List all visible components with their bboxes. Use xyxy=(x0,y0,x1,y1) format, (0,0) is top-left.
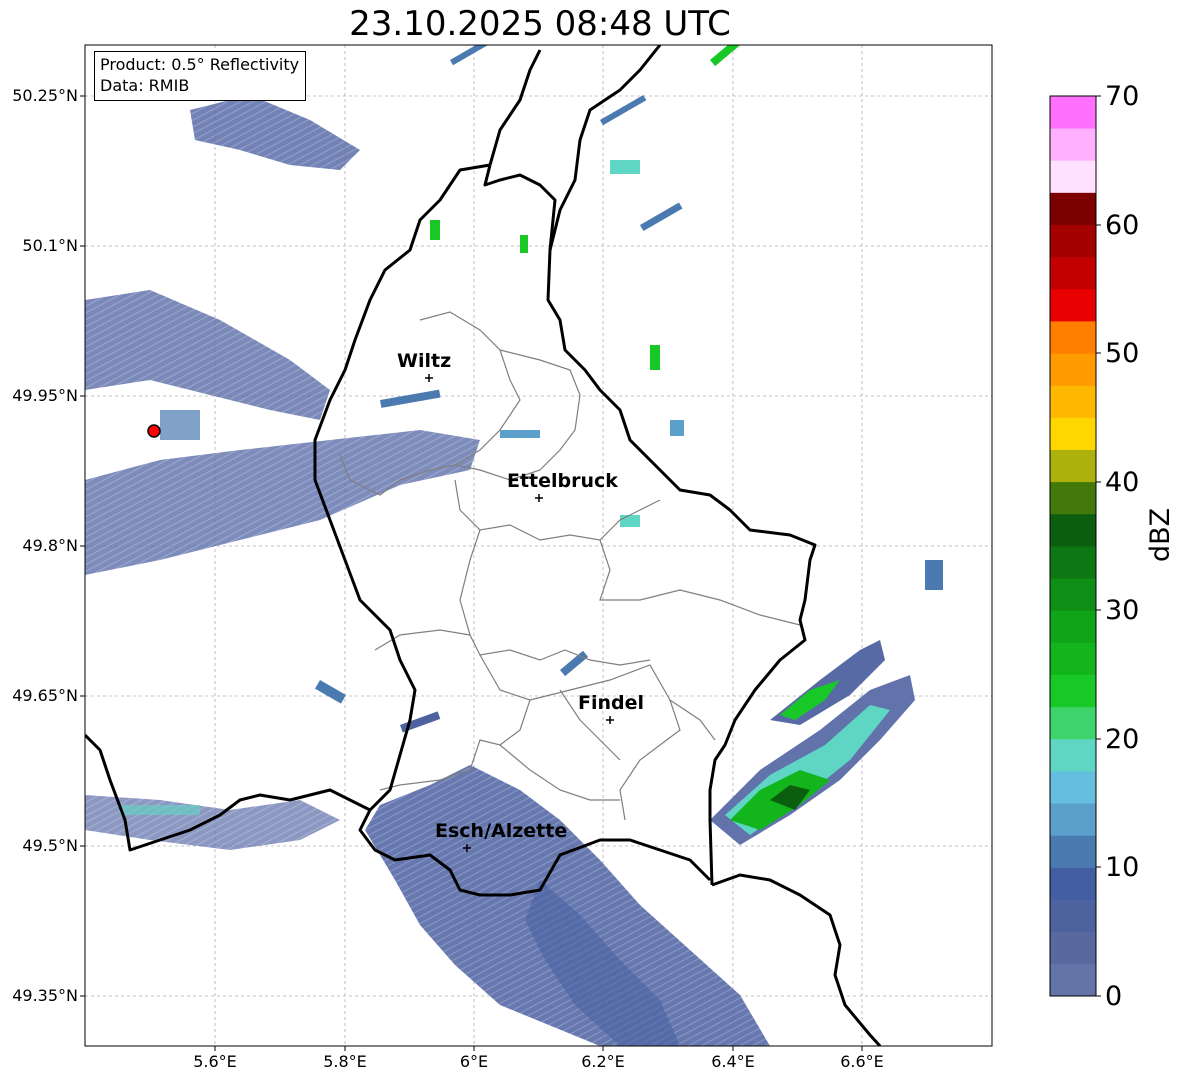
colorbar-segment xyxy=(1050,481,1096,515)
colorbar-segment xyxy=(1050,513,1096,547)
colorbar-tick-label: 50 xyxy=(1105,338,1140,369)
colorbar-segment xyxy=(1050,835,1096,868)
city-label-esch: Esch/Alzette xyxy=(435,820,568,842)
colorbar-segment xyxy=(1050,546,1096,579)
product-label: Product: 0.5° Reflectivity xyxy=(100,55,300,74)
lat-label: 49.95°N xyxy=(12,386,78,405)
colorbar-ticks xyxy=(1096,95,1101,997)
lat-label: 49.8°N xyxy=(22,536,78,555)
colorbar-segment xyxy=(1050,321,1096,354)
colorbar-segment xyxy=(1050,771,1096,804)
lon-label: 5.8°E xyxy=(323,1052,367,1071)
lon-label: 5.6°E xyxy=(193,1052,237,1071)
colorbar-segment xyxy=(1050,899,1096,933)
colorbar-segment xyxy=(1050,96,1096,129)
lat-label: 49.5°N xyxy=(22,836,78,855)
map-frame xyxy=(85,45,992,1046)
colorbar-unit-label: dBZ xyxy=(1145,507,1176,562)
colorbar-segment xyxy=(1050,192,1096,225)
colorbar-segment xyxy=(1050,385,1096,418)
lon-label: 6.6°E xyxy=(840,1052,884,1071)
colorbar-segment xyxy=(1050,738,1096,772)
colorbar-tick-label: 10 xyxy=(1105,852,1140,883)
colorbar-segment xyxy=(1050,610,1096,643)
colorbar-tick-label: 70 xyxy=(1105,81,1140,112)
colorbar-segment xyxy=(1050,417,1096,450)
colorbar-tick-label: 0 xyxy=(1105,981,1123,1012)
colorbar-tick-label: 60 xyxy=(1105,210,1140,241)
map-title: 23.10.2025 08:48 UTC xyxy=(349,4,731,44)
colorbar-segment xyxy=(1050,160,1096,193)
colorbar-segment xyxy=(1050,288,1096,322)
colorbar-tick-label: 20 xyxy=(1105,724,1140,755)
colorbar-segment xyxy=(1050,642,1096,675)
colorbar-segment xyxy=(1050,256,1096,290)
lon-label: 6.4°E xyxy=(711,1052,755,1071)
colorbar-segment xyxy=(1050,224,1096,258)
colorbar-segment xyxy=(1050,449,1096,483)
colorbar-tick-label: 30 xyxy=(1105,595,1140,626)
colorbar-segment xyxy=(1050,706,1096,740)
data-source-label: Data: RMIB xyxy=(100,76,190,95)
colorbar-segment xyxy=(1050,128,1096,161)
lat-label: 49.65°N xyxy=(12,686,78,705)
city-label-findel: Findel xyxy=(578,692,645,714)
colorbar-segment xyxy=(1050,353,1096,386)
lat-label: 50.1°N xyxy=(22,236,78,255)
colorbar-segment xyxy=(1050,578,1096,611)
city-label-wiltz: Wiltz xyxy=(397,350,452,372)
product-info-box: Product: 0.5° Reflectivity Data: RMIB xyxy=(94,51,307,101)
radar-site-marker xyxy=(147,424,161,438)
city-label-ettelbruck: Ettelbruck xyxy=(507,470,618,492)
colorbar-segment xyxy=(1050,674,1096,708)
colorbar-segment xyxy=(1050,803,1096,836)
lat-label: 50.25°N xyxy=(12,86,78,105)
lon-label: 6°E xyxy=(459,1052,489,1071)
colorbar-tick-label: 40 xyxy=(1105,467,1140,498)
colorbar-segment xyxy=(1050,931,1096,965)
colorbar xyxy=(1050,96,1096,997)
lon-label: 6.2°E xyxy=(581,1052,625,1071)
colorbar-segment xyxy=(1050,963,1096,997)
radar-map[interactable] xyxy=(0,0,1184,1081)
colorbar-segment xyxy=(1050,867,1096,900)
lat-label: 49.35°N xyxy=(12,986,78,1005)
